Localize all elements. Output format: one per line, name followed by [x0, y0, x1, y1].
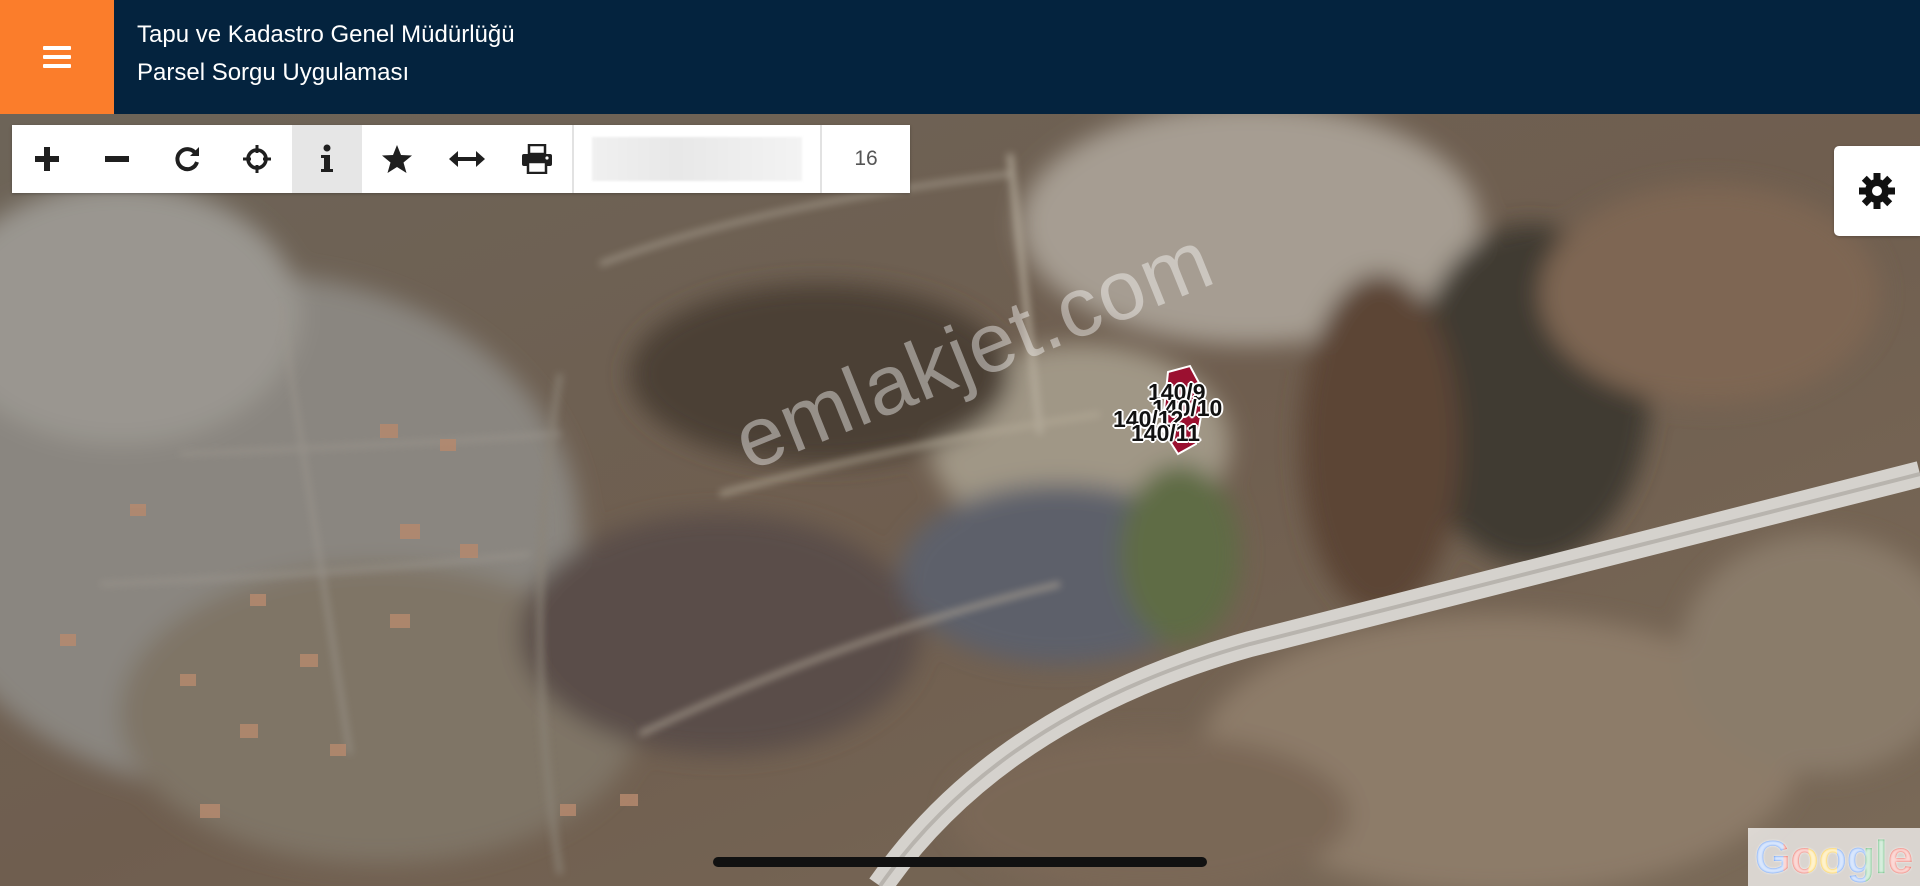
home-indicator[interactable]	[713, 857, 1207, 867]
hamburger-menu-button[interactable]	[0, 0, 114, 114]
parcel-search-box	[572, 125, 820, 193]
parcel-label-140-11[interactable]: 140/11	[1131, 420, 1200, 447]
hamburger-menu-icon	[43, 46, 71, 68]
satellite-imagery	[0, 114, 1920, 886]
crosshair-icon	[243, 145, 271, 173]
app-header: Tapu ve Kadastro Genel Müdürlüğü Parsel …	[0, 0, 1920, 114]
measure-button[interactable]	[432, 125, 502, 193]
gear-icon	[1859, 173, 1895, 209]
zoom-in-button[interactable]	[12, 125, 82, 193]
app-titles: Tapu ve Kadastro Genel Müdürlüğü Parsel …	[137, 20, 515, 88]
agency-title: Tapu ve Kadastro Genel Müdürlüğü	[137, 21, 515, 48]
star-icon	[382, 145, 412, 173]
arrows-horizontal-icon	[449, 151, 485, 167]
refresh-icon	[175, 147, 199, 172]
info-button[interactable]	[292, 125, 362, 193]
zoom-level-value: 16	[854, 147, 878, 170]
zoom-out-button[interactable]	[82, 125, 152, 193]
favorites-button[interactable]	[362, 125, 432, 193]
parcel-search-input[interactable]	[592, 137, 802, 181]
refresh-button[interactable]	[152, 125, 222, 193]
printer-icon	[522, 144, 552, 174]
map-toolbar: 16	[12, 125, 910, 193]
locate-button[interactable]	[222, 125, 292, 193]
info-icon	[321, 144, 333, 172]
google-attribution: Google	[1754, 831, 1914, 883]
parcel-query-app: Tapu ve Kadastro Genel Müdürlüğü Parsel …	[0, 0, 1920, 886]
settings-button[interactable]	[1834, 146, 1920, 236]
satellite-map[interactable]: 140/9 140/10 140/12 140/11	[0, 114, 1920, 886]
plus-icon	[35, 147, 59, 171]
zoom-level-display: 16	[820, 125, 910, 193]
google-logo: Google	[1748, 828, 1920, 886]
print-button[interactable]	[502, 125, 572, 193]
minus-icon	[105, 156, 129, 162]
app-subtitle: Parsel Sorgu Uygulaması	[137, 59, 410, 86]
